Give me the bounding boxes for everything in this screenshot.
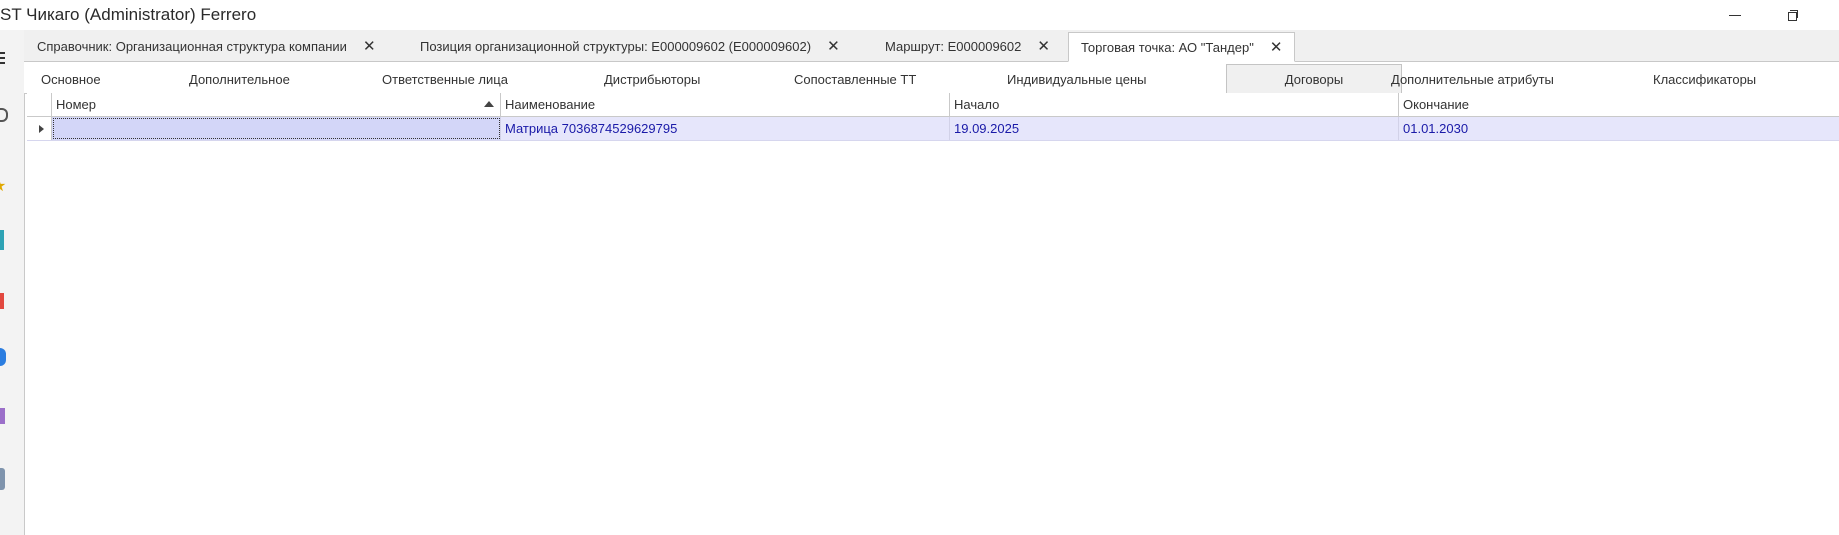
grid-header: Номер Наименование Начало Окончание [27, 93, 1839, 117]
close-icon[interactable]: ✕ [363, 39, 376, 54]
tab-contracts[interactable]: Договоры [1226, 64, 1402, 93]
tab-distributors[interactable]: Дистрибьюторы [604, 66, 700, 92]
tab-classifiers[interactable]: Классификаторы [1653, 66, 1756, 92]
doc-tab-label: Позиция организационной структуры: E0000… [420, 39, 812, 54]
doc-tab-org-structure[interactable]: Справочник: Организационная структура ко… [37, 33, 376, 60]
contracts-grid: Номер Наименование Начало Окончание Матр… [27, 93, 1839, 535]
column-header-label: Номер [56, 97, 97, 112]
current-row-arrow-icon [39, 125, 44, 133]
cell-number[interactable] [52, 117, 501, 140]
column-header-start[interactable]: Начало [950, 93, 1399, 116]
doc-tab-org-position[interactable]: Позиция организационной структуры: E0000… [420, 33, 840, 60]
content-tabs: Основное Дополнительное Ответственные ли… [24, 62, 1839, 94]
restore-button[interactable] [1770, 2, 1816, 28]
close-icon[interactable]: ✕ [827, 39, 840, 54]
left-navigation-strip: ★ [0, 30, 25, 535]
header-indicator [27, 93, 52, 116]
doc-tab-label: Справочник: Организационная структура ко… [37, 39, 347, 54]
column-header-number[interactable]: Номер [52, 93, 501, 116]
doc-tab-label: Маршрут: E000009602 [885, 39, 1022, 54]
doc-tab-outlet[interactable]: Торговая точка: АО "Тандер" ✕ [1068, 32, 1296, 62]
module-teal-icon[interactable] [0, 230, 4, 250]
minimize-icon [1729, 14, 1741, 16]
module-blue-icon[interactable] [0, 348, 6, 366]
module-slate-icon[interactable] [0, 468, 5, 490]
row-indicator[interactable] [27, 117, 52, 140]
column-header-name[interactable]: Наименование [501, 93, 950, 116]
menu-icon[interactable] [0, 52, 6, 64]
doc-tab-route[interactable]: Маршрут: E000009602 ✕ [885, 33, 1050, 60]
tab-main[interactable]: Основное [41, 66, 101, 92]
restore-icon [1788, 10, 1798, 21]
table-row[interactable]: Матрица 7036874529629795 19.09.2025 01.0… [27, 117, 1839, 141]
refresh-icon[interactable] [0, 108, 8, 122]
cell-name[interactable]: Матрица 7036874529629795 [501, 117, 950, 140]
module-red-icon[interactable] [0, 293, 4, 309]
module-purple-icon[interactable] [0, 408, 5, 424]
tab-individual-prices[interactable]: Индивидуальные цены [1007, 66, 1146, 92]
title-bar: ST Чикаго (Administrator) Ferrero [0, 0, 1839, 30]
column-header-end[interactable]: Окончание [1399, 93, 1839, 116]
sort-ascending-icon [484, 101, 494, 107]
favorites-star-icon[interactable]: ★ [0, 176, 6, 196]
minimize-button[interactable] [1712, 2, 1758, 28]
document-tabs: Справочник: Организационная структура ко… [24, 30, 1839, 62]
cell-end[interactable]: 01.01.2030 [1399, 117, 1839, 140]
tab-additional-attributes[interactable]: Дополнительные атрибуты [1391, 66, 1554, 92]
close-icon[interactable]: ✕ [1270, 40, 1283, 55]
tab-additional[interactable]: Дополнительное [189, 66, 290, 92]
window-title: ST Чикаго (Administrator) Ferrero [0, 5, 257, 24]
tab-matched-outlets[interactable]: Сопоставленные ТТ [794, 66, 916, 92]
cell-start[interactable]: 19.09.2025 [950, 117, 1399, 140]
close-icon[interactable]: ✕ [1037, 39, 1050, 54]
doc-tab-label: Торговая точка: АО "Тандер" [1081, 39, 1254, 55]
tab-responsible-persons[interactable]: Ответственные лица [382, 66, 508, 92]
